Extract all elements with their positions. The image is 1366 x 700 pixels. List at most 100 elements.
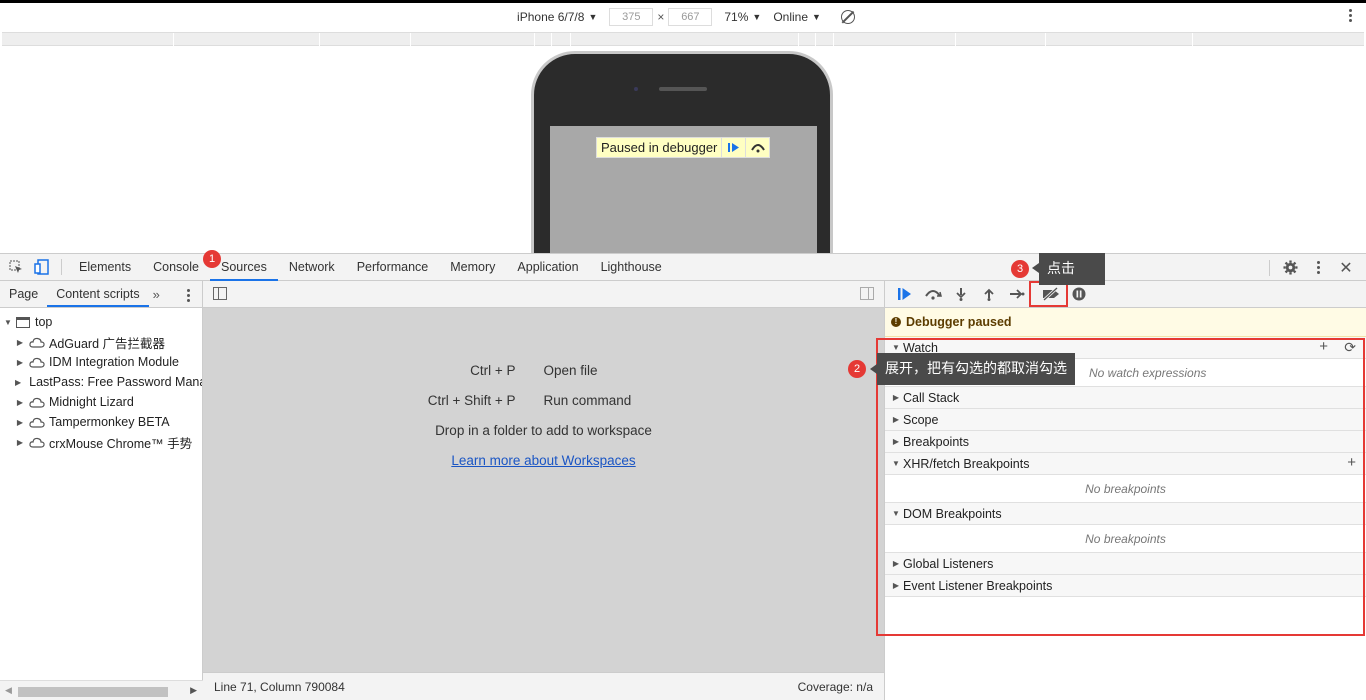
step-into-icon[interactable] (947, 282, 975, 306)
shortcut-row: Ctrl + P Open file (203, 356, 884, 386)
tab-elements[interactable]: Elements (68, 254, 142, 281)
tree-item-label: LastPass: Free Password Mana (29, 375, 202, 389)
step-out-icon[interactable] (975, 282, 1003, 306)
pause-on-exceptions-icon[interactable] (1065, 282, 1093, 306)
paused-overlay: Paused in debugger (596, 137, 771, 158)
divider (61, 259, 62, 275)
annotation-callout-3: 点击 (1032, 253, 1105, 285)
collapsed-triangle-icon: ▶ (16, 397, 24, 407)
annotation-badge-3: 3 (1011, 260, 1029, 278)
tree-item-label: Tampermonkey BETA (49, 415, 170, 429)
step-icon[interactable] (1003, 282, 1031, 306)
collapsed-triangle-icon: ▶ (16, 437, 24, 447)
cloud-icon (29, 357, 45, 368)
collapsed-triangle-icon: ▶ (15, 377, 22, 387)
tab-application[interactable]: Application (506, 254, 589, 281)
shortcut-row: Ctrl + Shift + P Run command (203, 386, 884, 416)
gear-icon[interactable] (1276, 255, 1304, 281)
coverage-status: Coverage: n/a (797, 679, 873, 694)
file-tree: ▼ top ▶ AdGuard 广告拦截器 ▶ IDM Integration … (0, 308, 202, 452)
step-over-icon[interactable] (745, 138, 769, 157)
cloud-icon (29, 397, 45, 408)
nav-tab-page[interactable]: Page (0, 281, 47, 307)
tree-item-label: top (35, 315, 53, 329)
tree-item[interactable]: ▶ IDM Integration Module (0, 352, 202, 372)
more-vert-icon (1349, 9, 1352, 22)
toggle-navigator-icon[interactable] (213, 287, 227, 300)
more-vert-icon (187, 289, 190, 302)
chevron-down-icon: ▼ (752, 12, 762, 22)
tree-item-top[interactable]: ▼ top (0, 312, 202, 332)
phone-screen: Paused in debugger (550, 126, 817, 253)
tree-item[interactable]: ▶ LastPass: Free Password Mana (0, 372, 202, 392)
navigator-menu-button[interactable] (187, 289, 190, 302)
collapsed-triangle-icon: ▶ (16, 357, 24, 367)
tab-console[interactable]: Console (142, 254, 210, 281)
throttle-select[interactable]: Online ▼ (773, 10, 821, 24)
drop-folder-hint: Drop in a folder to add to workspace (435, 423, 652, 438)
cursor-position: Line 71, Column 790084 (214, 679, 345, 694)
resume-icon[interactable] (721, 138, 745, 157)
media-query-ruler (2, 32, 1364, 47)
tree-item-label: IDM Integration Module (49, 355, 179, 369)
tree-item[interactable]: ▶ AdGuard 广告拦截器 (0, 332, 202, 352)
more-tabs-icon[interactable]: » (153, 287, 160, 302)
sources-navigator: Page Content scripts » ▼ top ▶ AdGuard 广… (0, 281, 203, 700)
device-viewport: Paused in debugger (0, 47, 1366, 253)
close-icon[interactable]: ✕ (1332, 255, 1360, 281)
tab-lighthouse[interactable]: Lighthouse (590, 254, 673, 281)
cloud-icon (29, 337, 45, 348)
tree-item-label: AdGuard 广告拦截器 (49, 336, 166, 351)
zoom-select[interactable]: 71% ▼ (724, 10, 761, 24)
inspect-element-icon[interactable] (3, 254, 29, 280)
shortcut-key: Ctrl + Shift + P (427, 393, 516, 408)
device-toolbar-icon[interactable] (29, 254, 55, 280)
scrollbar-thumb[interactable] (18, 687, 168, 697)
toggle-debugger-icon[interactable] (860, 287, 874, 300)
rotate-icon[interactable] (840, 10, 855, 24)
phone-camera (634, 87, 638, 91)
editor-pane: Ctrl + P Open file Ctrl + Shift + P Run … (203, 281, 884, 700)
editor-status-bar: Line 71, Column 790084 Coverage: n/a (203, 672, 884, 700)
tree-item-label: crxMouse Chrome™ 手势 (49, 436, 193, 451)
tree-item[interactable]: ▶ crxMouse Chrome™ 手势 (0, 432, 202, 452)
frame-icon (16, 316, 30, 328)
device-select[interactable]: iPhone 6/7/8 ▼ (517, 10, 597, 24)
shortcut-action: Run command (543, 393, 632, 408)
tree-item[interactable]: ▶ Tampermonkey BETA (0, 412, 202, 432)
tab-memory[interactable]: Memory (439, 254, 506, 281)
debugger-paused-message: ! Debugger paused (885, 308, 1366, 337)
tree-item-label: Midnight Lizard (49, 395, 134, 409)
editor-toolbar (203, 281, 884, 308)
paused-overlay-text: Paused in debugger (601, 140, 718, 155)
phone-frame: Paused in debugger (531, 51, 833, 253)
nav-tab-content-scripts[interactable]: Content scripts (47, 281, 149, 307)
step-over-icon[interactable] (919, 282, 947, 306)
shortcut-key: Ctrl + P (470, 363, 516, 378)
tab-performance[interactable]: Performance (346, 254, 440, 281)
tree-item[interactable]: ▶ Midnight Lizard (0, 392, 202, 412)
zoom-value: 71% (724, 10, 749, 24)
scroll-left-icon[interactable]: ◀ (5, 685, 12, 696)
device-name: iPhone 6/7/8 (517, 10, 585, 24)
device-width-input[interactable]: 375 (609, 8, 654, 26)
throttle-value: Online (773, 10, 809, 24)
resume-icon[interactable] (891, 282, 919, 306)
learn-workspaces-link[interactable]: Learn more about Workspaces (451, 453, 635, 468)
device-height-input[interactable]: 667 (668, 8, 713, 26)
annotation-badge-1: 1 (203, 250, 221, 268)
debugger-paused-text: Debugger paused (906, 315, 1012, 329)
navigator-tabs: Page Content scripts » (0, 281, 202, 308)
expanded-triangle-icon: ▼ (4, 317, 12, 327)
phone-speaker (659, 87, 707, 91)
tab-network[interactable]: Network (278, 254, 346, 281)
cloud-icon (29, 437, 45, 448)
collapsed-triangle-icon: ▶ (16, 417, 24, 427)
horizontal-scrollbar[interactable]: ◀ ▶ (0, 680, 203, 700)
more-vert-icon[interactable] (1304, 255, 1332, 281)
chevron-down-icon: ▼ (588, 12, 598, 22)
device-menu-button[interactable] (1349, 9, 1352, 22)
scroll-right-icon[interactable]: ▶ (190, 685, 197, 696)
annotation-callout-2: 展开，把有勾选的都取消勾选 (870, 353, 1075, 385)
editor-placeholder: Ctrl + P Open file Ctrl + Shift + P Run … (203, 356, 884, 476)
